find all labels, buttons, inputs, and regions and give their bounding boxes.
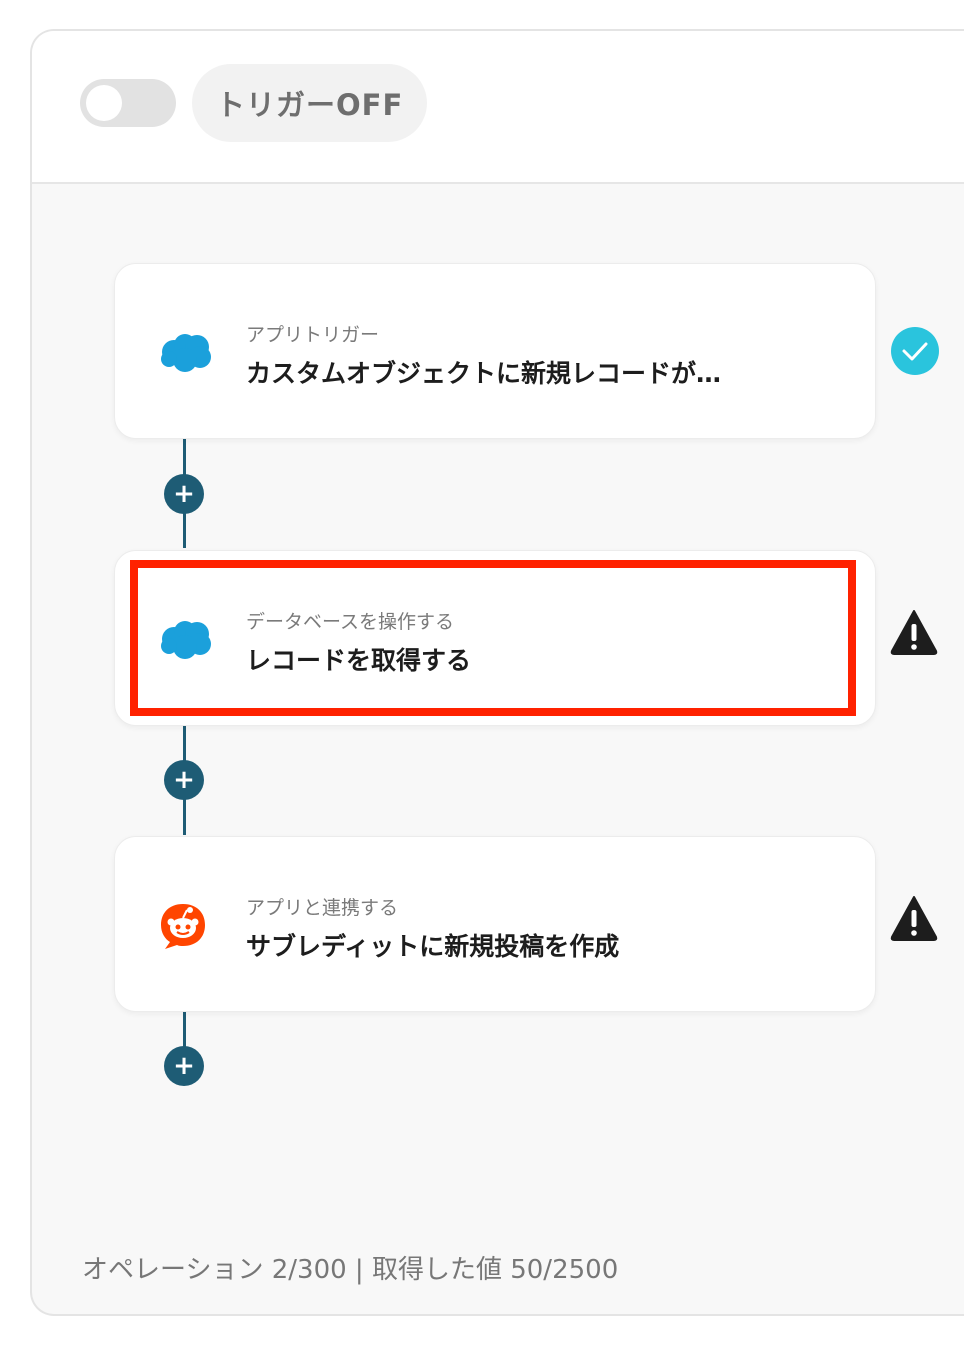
warning-icon [890,896,938,941]
step-type-label: データベースを操作する [246,611,455,633]
check-icon [891,327,939,375]
step-type-label: アプリと連携する [246,897,399,919]
reddit-icon [161,904,205,949]
add-step-button[interactable]: + [164,1046,204,1086]
add-step-button[interactable]: + [164,474,204,514]
salesforce-cloud-icon [161,621,211,659]
toggle-knob [86,85,122,121]
add-step-button[interactable]: + [164,760,204,800]
step-type-label: アプリトリガー [246,324,380,346]
trigger-toggle[interactable] [80,79,176,127]
step-title: カスタムオブジェクトに新規レコードが… [246,359,722,388]
usage-summary: オペレーション 2/300 | 取得した値 50/2500 [82,1255,619,1285]
step-card-reddit-post[interactable]: アプリと連携する サブレディットに新規投稿を作成 [114,836,876,1012]
step-card-trigger[interactable]: アプリトリガー カスタムオブジェクトに新規レコードが… [114,263,876,439]
flow-header: トリガーOFF [32,31,964,184]
trigger-status-label: トリガーOFF [192,64,428,142]
salesforce-cloud-icon [161,334,211,372]
warning-icon [890,610,938,655]
step-title: サブレディットに新規投稿を作成 [246,932,620,961]
step-card-get-record[interactable]: データベースを操作する レコードを取得する [114,550,876,726]
workflow-panel: トリガーOFF + + + アプリトリガー カスタムオブジェクトに新規レコードが… [30,29,964,1316]
step-title: レコードを取得する [246,646,472,675]
